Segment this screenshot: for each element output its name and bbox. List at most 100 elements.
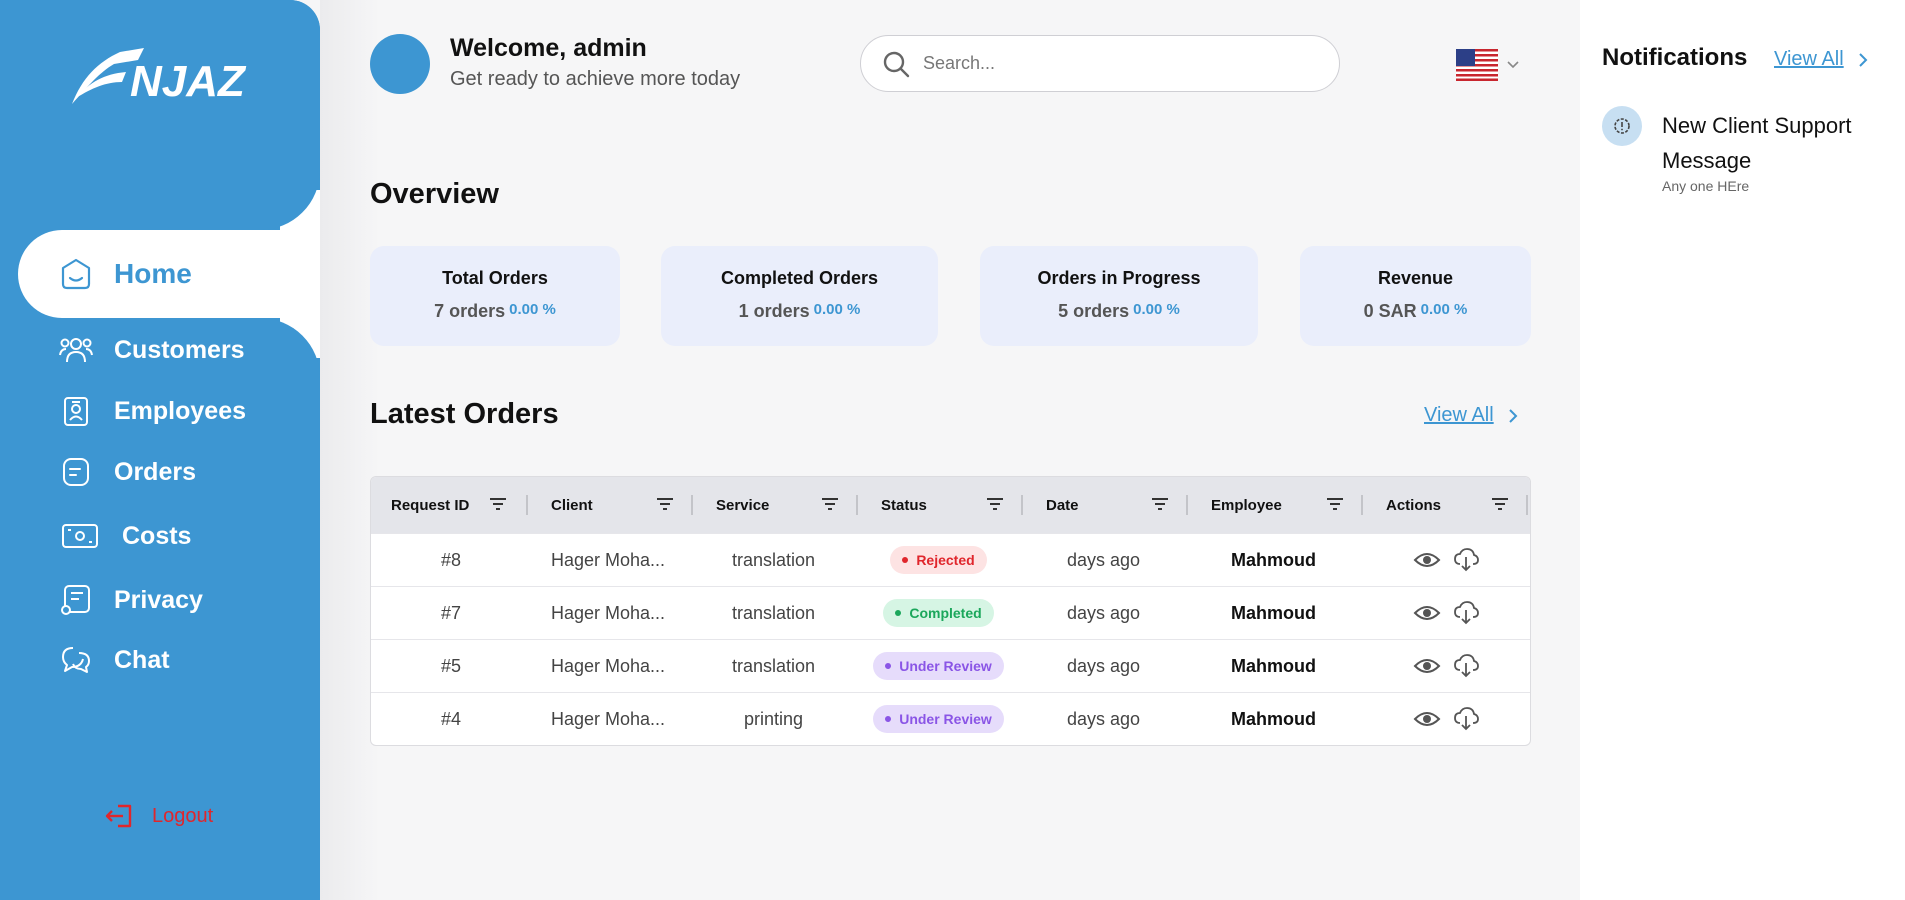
logout-button[interactable]: Logout (104, 802, 213, 830)
date-cell: days ago (1066, 549, 1141, 570)
stat-card-completed-orders: Completed Orders 1 orders 0.00 % (661, 246, 938, 346)
chevron-down-icon (1506, 60, 1520, 70)
download-cloud-icon[interactable] (1453, 548, 1479, 572)
column-label: Employee (1211, 496, 1282, 514)
search-box[interactable] (860, 35, 1340, 92)
language-selector[interactable] (1456, 44, 1534, 86)
search-input[interactable] (923, 53, 1303, 74)
notification-alert-icon (1602, 106, 1642, 146)
card-title: Revenue (1377, 268, 1454, 288)
avatar[interactable] (370, 34, 430, 94)
card-title: Completed Orders (720, 268, 879, 288)
column-label: Status (881, 496, 927, 514)
status-label: Rejected (916, 552, 975, 568)
view-all-label: View All (1424, 404, 1494, 426)
status-cell: Completed (856, 587, 1021, 639)
card-value: 5 orders (1058, 301, 1130, 321)
employee-cell: Mahmoud (1231, 655, 1316, 676)
service-cell: translation (731, 549, 816, 570)
eye-icon[interactable] (1413, 603, 1441, 623)
notifications-view-all-link[interactable]: View All (1774, 48, 1868, 71)
table-row[interactable]: #7 Hager Moha... translation Completed days … (371, 586, 1530, 639)
latest-orders-view-all-link[interactable]: View All (1424, 404, 1518, 427)
service-cell: translation (731, 602, 816, 623)
column-header-date[interactable]: Date (1046, 477, 1079, 533)
card-title: Total Orders (442, 268, 548, 288)
sidebar-item-customers[interactable]: Customers (58, 330, 245, 370)
njaz-logo-mark: NJAZ (72, 48, 247, 106)
status-badge: Under Review (873, 705, 1004, 733)
users-icon (58, 332, 94, 368)
sidebar-item-home[interactable]: Home (58, 254, 192, 294)
column-label: Service (716, 496, 770, 514)
welcome-subtitle: Get ready to achieve more today (450, 68, 741, 90)
column-header-actions[interactable]: Actions (1386, 477, 1441, 533)
overview-title: Overview (370, 178, 499, 210)
column-header-request-id[interactable]: Request ID (391, 477, 469, 533)
njaz-logo[interactable]: NJAZ (64, 38, 264, 118)
table-row[interactable]: #8 Hager Moha... translation Rejected days a… (371, 533, 1530, 586)
employee-cell: Mahmoud (1231, 708, 1316, 729)
sidebar-item-label: Privacy (114, 585, 203, 614)
sidebar-item-label: Chat (114, 645, 170, 674)
status-badge: Rejected (890, 546, 987, 574)
orders-icon (58, 454, 94, 490)
request-id-cell: #4 (440, 708, 462, 729)
sidebar-item-employees[interactable]: Employees (58, 391, 246, 431)
chevron-right-icon (1508, 408, 1518, 424)
eye-icon[interactable] (1413, 656, 1441, 676)
status-cell: Under Review (856, 693, 1021, 745)
actions-cell (1361, 693, 1530, 745)
sidebar-item-privacy[interactable]: Privacy (58, 580, 203, 620)
sidebar-item-label: Employees (114, 396, 247, 425)
status-label: Completed (909, 605, 982, 621)
sidebar: NJAZ Home Customers Employees Orders Cos… (0, 0, 320, 900)
sidebar-item-label: Customers (114, 335, 245, 364)
card-value: 1 orders (738, 301, 810, 321)
status-badge: Under Review (873, 652, 1004, 680)
eye-icon[interactable] (1413, 709, 1441, 729)
status-dot-icon (885, 663, 892, 669)
sidebar-item-label: Orders (114, 457, 196, 486)
sidebar-item-label: Costs (122, 521, 192, 550)
column-header-employee[interactable]: Employee (1211, 477, 1282, 533)
column-header-status[interactable]: Status (881, 477, 927, 533)
eye-icon[interactable] (1413, 550, 1441, 570)
card-percentage: 0.00 % (813, 301, 861, 318)
stat-card-total-orders: Total Orders 7 orders 0.00 % (370, 246, 620, 346)
actions-cell (1361, 640, 1530, 692)
money-icon (58, 518, 102, 554)
client-cell: Hager Moha... (551, 655, 666, 676)
table-row[interactable]: #4 Hager Moha... printing Under Review days … (371, 692, 1530, 745)
card-percentage: 0.00 % (509, 301, 556, 318)
stat-card-revenue: Revenue 0 SAR 0.00 % (1300, 246, 1531, 346)
status-label: Under Review (899, 658, 992, 674)
home-icon (58, 256, 94, 292)
download-cloud-icon[interactable] (1453, 707, 1479, 731)
notification-title[interactable]: New Client Support Message (1662, 108, 1882, 178)
status-cell: Under Review (856, 640, 1021, 692)
download-cloud-icon[interactable] (1453, 654, 1479, 678)
service-cell: printing (743, 708, 804, 729)
service-cell: translation (731, 655, 816, 676)
sidebar-item-costs[interactable]: Costs (58, 516, 191, 556)
welcome-title: Welcome, admin (450, 34, 647, 62)
notification-subtitle: Any one HEre (1662, 178, 1750, 194)
card-title: Orders in Progress (1037, 268, 1201, 288)
sidebar-item-chat[interactable]: Chat (58, 640, 170, 680)
client-cell: Hager Moha... (551, 708, 666, 729)
employee-cell: Mahmoud (1231, 549, 1316, 570)
notifications-title: Notifications (1602, 44, 1748, 71)
table-header: Request ID Client Service Status Date Em… (371, 477, 1530, 533)
table-row[interactable]: #5 Hager Moha... translation Under Review da… (371, 639, 1530, 692)
column-header-service[interactable]: Service (716, 477, 769, 533)
stat-card-orders-in-progress: Orders in Progress 5 orders 0.00 % (980, 246, 1258, 346)
actions-cell (1361, 587, 1530, 639)
card-value: 7 orders (434, 301, 506, 321)
column-label: Actions (1386, 496, 1442, 514)
download-cloud-icon[interactable] (1453, 601, 1479, 625)
column-header-client[interactable]: Client (551, 477, 593, 533)
date-cell: days ago (1066, 655, 1141, 676)
sidebar-item-orders[interactable]: Orders (58, 452, 196, 492)
request-id-cell: #8 (440, 549, 462, 570)
